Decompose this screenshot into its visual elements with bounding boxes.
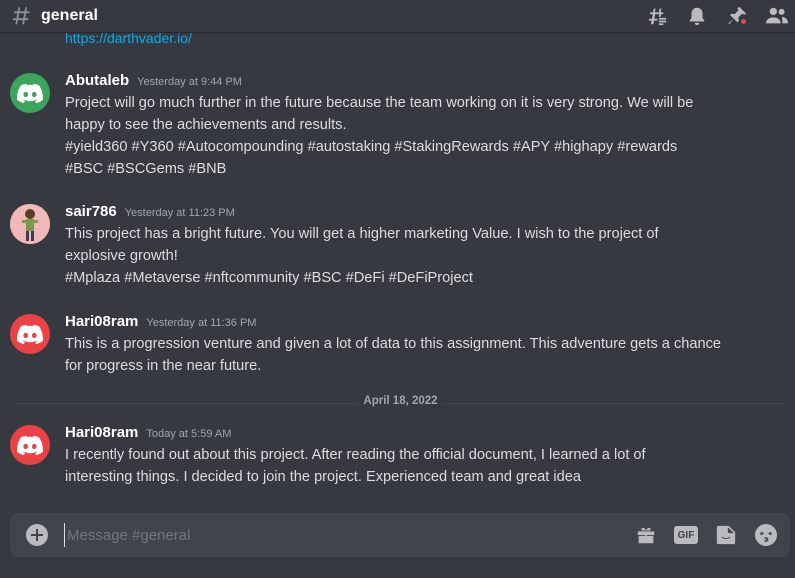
discord-logo-icon xyxy=(17,435,43,455)
username[interactable]: Hari08ram xyxy=(65,313,138,330)
username[interactable]: Abutaleb xyxy=(65,72,129,89)
message-line: happy to see the achievements and result… xyxy=(65,117,347,133)
message-line: #Mplaza #Metaverse #nftcommunity #BSC #D… xyxy=(65,270,473,286)
notification-dot xyxy=(739,17,748,26)
channel-name: general xyxy=(41,7,98,24)
message-input[interactable] xyxy=(64,523,604,547)
avatar[interactable] xyxy=(10,314,50,354)
composer-toolbar: GIF xyxy=(634,523,778,547)
message-line: This project has a bright future. You wi… xyxy=(65,226,659,242)
message-line: interesting things. I decided to join th… xyxy=(65,469,581,485)
message-header: sair786 Yesterday at 11:23 PM xyxy=(65,203,235,220)
message-line: #BSC #BSCGems #BNB xyxy=(65,161,227,177)
gift-icon[interactable] xyxy=(634,523,658,547)
timestamp: Today at 5:59 AM xyxy=(146,428,232,440)
bell-icon[interactable] xyxy=(685,4,709,28)
message-line: #yield360 #Y360 #Autocompounding #autost… xyxy=(65,139,678,155)
message-header: Hari08ram Today at 5:59 AM xyxy=(65,424,231,441)
message-content: This project has a bright future. You wi… xyxy=(65,223,745,289)
date-divider: April 18, 2022 xyxy=(16,395,785,407)
emoji-icon[interactable] xyxy=(754,523,778,547)
message-header: Hari08ram Yesterday at 11:36 PM xyxy=(65,313,256,330)
user-photo-icon xyxy=(10,204,50,244)
timestamp: Yesterday at 11:36 PM xyxy=(146,317,257,329)
gif-label: GIF xyxy=(674,526,698,544)
message-content: I recently found out about this project.… xyxy=(65,444,745,488)
threads-icon[interactable] xyxy=(645,4,669,28)
members-icon[interactable] xyxy=(765,4,789,28)
header-toolbar xyxy=(645,4,789,28)
gif-icon[interactable]: GIF xyxy=(674,523,698,547)
date-divider-label: April 18, 2022 xyxy=(357,395,444,407)
message-line: explosive growth! xyxy=(65,248,178,264)
username[interactable]: sair786 xyxy=(65,203,117,220)
message-content: Project will go much further in the futu… xyxy=(65,92,745,180)
timestamp: Yesterday at 9:44 PM xyxy=(137,76,242,88)
message-line: I recently found out about this project.… xyxy=(65,447,646,463)
timestamp: Yesterday at 11:23 PM xyxy=(124,207,235,219)
message-header: Abutaleb Yesterday at 9:44 PM xyxy=(65,72,242,89)
discord-logo-icon xyxy=(17,324,43,344)
message-line: Project will go much further in the futu… xyxy=(65,95,694,111)
hash-icon xyxy=(10,5,32,27)
avatar[interactable] xyxy=(10,425,50,465)
message-content: This is a progression venture and given … xyxy=(65,333,745,377)
avatar[interactable] xyxy=(10,73,50,113)
plus-icon[interactable] xyxy=(26,524,48,546)
message-line: This is a progression venture and given … xyxy=(65,336,722,352)
message-link[interactable]: https://darthvader.io/ xyxy=(65,32,192,46)
username[interactable]: Hari08ram xyxy=(65,424,138,441)
sticker-icon[interactable] xyxy=(714,523,738,547)
discord-logo-icon xyxy=(17,83,43,103)
pin-icon[interactable] xyxy=(725,4,749,28)
message-composer: GIF xyxy=(10,513,790,557)
message-line: for progress in the near future. xyxy=(65,358,262,374)
avatar[interactable] xyxy=(10,204,50,244)
message-list[interactable]: https://darthvader.io/ Abutaleb Yesterda… xyxy=(0,32,795,512)
channel-header: general xyxy=(0,0,795,32)
